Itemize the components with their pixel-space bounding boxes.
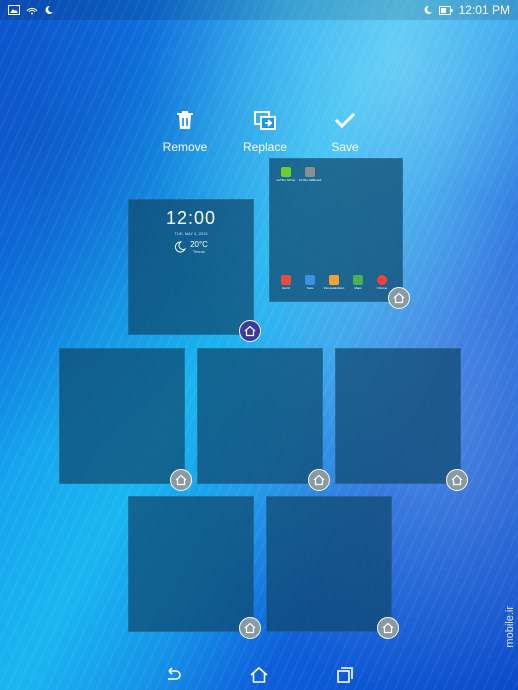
home-page-1[interactable]: 12:00 TUE, MAY 5, 2015 20°C Tehran (128, 199, 261, 342)
battery-icon (438, 5, 453, 15)
set-home-page-button[interactable] (308, 469, 330, 491)
set-home-page-button[interactable] (239, 320, 261, 342)
app-icon (305, 275, 315, 285)
replace-icon (254, 111, 276, 130)
home-page-6[interactable] (128, 496, 261, 639)
home-page-3[interactable] (59, 348, 192, 491)
clock-weather-widget: 12:00 TUE, MAY 5, 2015 20°C Tehran (129, 208, 253, 254)
replace-button[interactable]: Replace (230, 108, 300, 158)
set-home-page-button[interactable] (239, 617, 261, 639)
remove-label: Remove (162, 140, 208, 154)
app-icon (305, 167, 315, 177)
do-not-disturb-moon-icon (45, 5, 53, 14)
wifi-hotspot-icon (26, 7, 38, 15)
app-shortcut[interactable]: AsTiFu GOver (276, 167, 296, 182)
app-shortcut[interactable]: AsTiFu GBBoard (299, 167, 321, 182)
home-icon (244, 622, 256, 634)
app-icon (329, 275, 339, 285)
set-home-page-button[interactable] (388, 287, 410, 309)
app-shortcut[interactable]: Chrome (376, 275, 388, 290)
save-label: Save (331, 140, 359, 154)
app-shortcut[interactable]: Tools (304, 275, 316, 290)
recent-apps-icon[interactable] (335, 665, 355, 685)
dock-app-row: ZenUI Tools Personalization Maps Chrome (280, 275, 388, 290)
home-page-5[interactable] (335, 348, 468, 491)
home-nav-icon[interactable] (249, 665, 269, 685)
trash-icon (177, 111, 193, 129)
home-icon (382, 622, 394, 634)
status-bar: 12:01 PM (0, 0, 518, 20)
home-icon (451, 474, 463, 486)
watermark: mobile.ir (504, 606, 516, 648)
home-page-7[interactable] (266, 496, 399, 639)
app-shortcut[interactable]: Maps (352, 275, 364, 290)
checkmark-icon (334, 112, 356, 129)
navigation-bar (0, 660, 518, 690)
widget-time: 12:00 (165, 208, 217, 228)
moon-icon (424, 5, 432, 14)
app-icon (281, 275, 291, 285)
top-app-row: AsTiFu GOver AsTiFu GBBoard (276, 167, 321, 182)
edit-action-bar: Remove Replace Save (150, 108, 380, 158)
home-icon (393, 292, 405, 304)
set-home-page-button[interactable] (377, 617, 399, 639)
wallpaper (0, 0, 518, 690)
set-home-page-button[interactable] (170, 469, 192, 491)
image-notification-icon (8, 5, 20, 15)
app-icon (377, 275, 387, 285)
app-shortcut[interactable]: Personalization (324, 275, 344, 290)
save-button[interactable]: Save (310, 108, 380, 158)
set-home-page-button[interactable] (446, 469, 468, 491)
status-time: 12:01 PM (458, 3, 510, 17)
app-icon (353, 275, 363, 285)
home-icon (313, 474, 325, 486)
app-icon (281, 167, 291, 177)
widget-temp: 20°C (190, 240, 208, 249)
home-icon (244, 325, 256, 337)
weather-moon-icon (175, 241, 187, 253)
home-page-2[interactable]: AsTiFu GOver AsTiFu GBBoard ZenUI Tools … (269, 158, 410, 309)
back-icon[interactable] (163, 665, 183, 685)
remove-button[interactable]: Remove (150, 108, 220, 158)
app-shortcut[interactable]: ZenUI (280, 275, 292, 290)
widget-location: Tehran (192, 249, 206, 254)
widget-date: TUE, MAY 5, 2015 (174, 231, 208, 236)
replace-label: Replace (242, 140, 288, 154)
home-page-4[interactable] (197, 348, 330, 491)
home-icon (175, 474, 187, 486)
